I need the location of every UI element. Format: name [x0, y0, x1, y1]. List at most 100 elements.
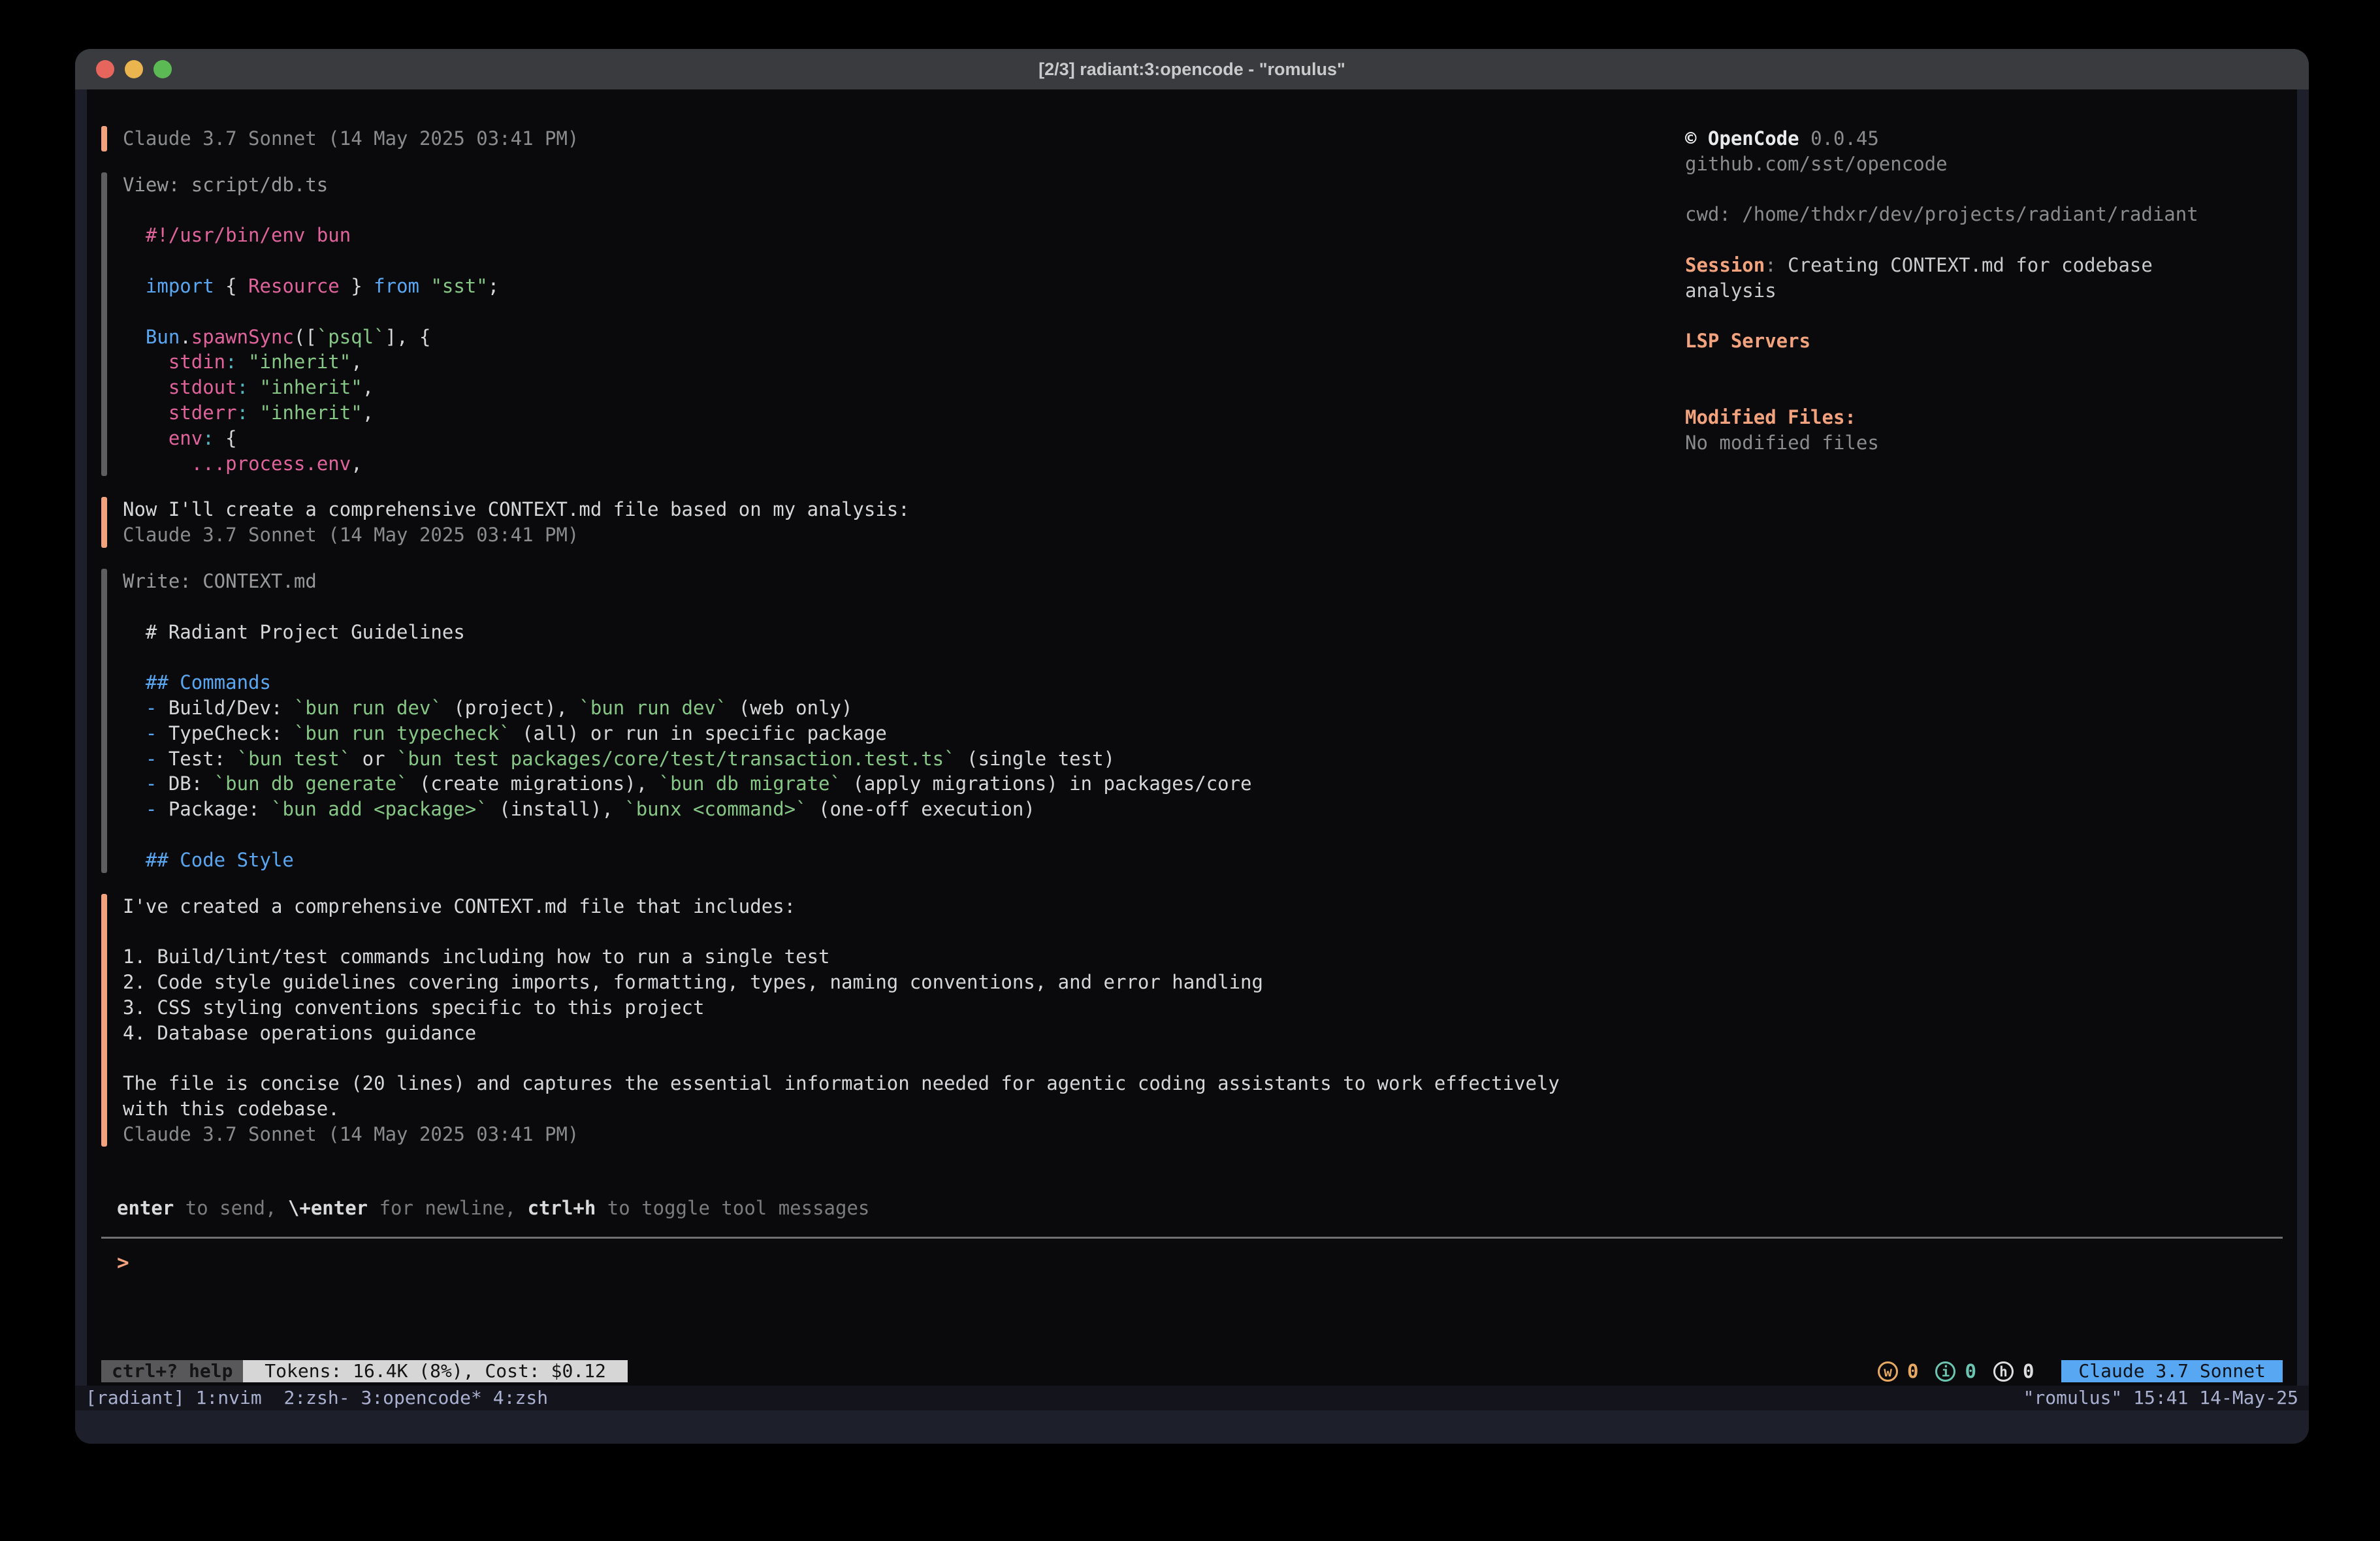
- text-line: [1685, 354, 2292, 379]
- desktop: { "window": { "title": "[2/3] radiant:3:…: [0, 0, 2380, 1541]
- model-badge[interactable]: Claude 3.7 Sonnet: [2061, 1360, 2283, 1382]
- window-title: [2/3] radiant:3:opencode - "romulus": [75, 49, 2309, 89]
- w-diagnostic-icon: w: [1878, 1361, 1898, 1382]
- text-line: [1685, 177, 2292, 202]
- text-line: ## Commands: [123, 670, 1252, 695]
- text-line: © OpenCode 0.0.45: [1685, 126, 2292, 151]
- text-line: Now I'll create a comprehensive CONTEXT.…: [123, 497, 910, 522]
- block-lines: View: script/db.ts #!/usr/bin/env bun im…: [107, 172, 499, 477]
- gray-accent-bar: [101, 569, 107, 873]
- text-line: [123, 299, 499, 325]
- message-header-block: Claude 3.7 Sonnet (14 May 2025 03:41 PM): [101, 126, 1656, 151]
- tmux-window-list: [radiant] 1:nvim 2:zsh- 3:opencode* 4:zs…: [86, 1386, 548, 1410]
- text-line: [123, 198, 499, 223]
- text-line: - Build/Dev: `bun run dev` (project), `b…: [123, 695, 1252, 721]
- tmux-window-tab[interactable]: 3:opencode*: [350, 1387, 482, 1408]
- h-diagnostic-icon: h: [1993, 1361, 2014, 1382]
- text-line: I've created a comprehensive CONTEXT.md …: [123, 894, 1560, 919]
- text-line: Claude 3.7 Sonnet (14 May 2025 03:41 PM): [123, 522, 910, 548]
- text-line: [123, 644, 1252, 670]
- chat-transcript: Claude 3.7 Sonnet (14 May 2025 03:41 PM)…: [101, 126, 1656, 1168]
- text-line: No modified files: [1685, 430, 2292, 456]
- text-line: Write: CONTEXT.md: [123, 569, 1252, 594]
- text-line: [1685, 227, 2292, 253]
- text-line: cwd: /home/thdxr/dev/projects/radiant/ra…: [1685, 202, 2292, 227]
- tool-view-block: View: script/db.ts #!/usr/bin/env bun im…: [101, 172, 1656, 477]
- text-line: with this codebase.: [123, 1096, 1560, 1122]
- i-diagnostic-icon: i: [1935, 1361, 1955, 1382]
- text-line: Modified Files:: [1685, 405, 2292, 430]
- minimize-button[interactable]: [125, 60, 143, 78]
- text-line: [123, 594, 1252, 620]
- keybind-hint-line: enter to send, \+enter for newline, ctrl…: [117, 1196, 869, 1221]
- text-line: 3. CSS styling conventions specific to t…: [123, 995, 1560, 1021]
- tool-write-block: Write: CONTEXT.md # Radiant Project Guid…: [101, 569, 1656, 873]
- text-line: [1685, 379, 2292, 405]
- text-line: import { Resource } from "sst";: [123, 274, 499, 299]
- tmux-window-tab[interactable]: 1:nvim: [196, 1387, 273, 1408]
- w-diagnostic-count: 0: [1907, 1360, 1918, 1382]
- text-line: analysis: [1685, 278, 2292, 304]
- text-line: ## Code Style: [123, 848, 1252, 873]
- text-line: - Package: `bun add <package>` (install)…: [123, 797, 1252, 822]
- text-line: ...process.env,: [123, 451, 499, 477]
- text-line: [123, 919, 1560, 944]
- terminal-window: [2/3] radiant:3:opencode - "romulus" Cla…: [75, 49, 2309, 1444]
- tmux-window-tab[interactable]: 4:zsh: [482, 1387, 548, 1408]
- text-line: [1685, 304, 2292, 329]
- prompt-input[interactable]: >: [117, 1250, 129, 1276]
- block-lines: Claude 3.7 Sonnet (14 May 2025 03:41 PM): [107, 126, 579, 151]
- diagnostics-counters: w0i0h0: [1878, 1360, 2042, 1382]
- text-line: [123, 1045, 1560, 1071]
- text-line: 2. Code style guidelines covering import…: [123, 970, 1560, 995]
- text-line: View: script/db.ts: [123, 172, 499, 198]
- block-lines: I've created a comprehensive CONTEXT.md …: [107, 894, 1560, 1147]
- text-line: - Test: `bun test` or `bun test packages…: [123, 746, 1252, 772]
- gray-accent-bar: [101, 172, 107, 477]
- text-line: The file is concise (20 lines) and captu…: [123, 1071, 1560, 1096]
- text-line: stdin: "inherit",: [123, 349, 499, 375]
- zoom-button[interactable]: [153, 60, 172, 78]
- text-line: [123, 822, 1252, 848]
- tokens-cost-badge: Tokens: 16.4K (8%), Cost: $0.12: [243, 1360, 627, 1382]
- terminal-content: Claude 3.7 Sonnet (14 May 2025 03:41 PM)…: [87, 89, 2297, 1386]
- input-divider: [101, 1237, 2283, 1239]
- prompt-caret: >: [117, 1250, 129, 1276]
- message-block: I've created a comprehensive CONTEXT.md …: [101, 894, 1656, 1147]
- tmux-window-tab[interactable]: 2:zsh-: [273, 1387, 350, 1408]
- orange-accent-bar: [101, 894, 107, 1147]
- text-line: Session: Creating CONTEXT.md for codebas…: [1685, 253, 2292, 278]
- text-line: LSP Servers: [1685, 328, 2292, 354]
- text-line: 1. Build/lint/test commands including ho…: [123, 944, 1560, 970]
- block-lines: Now I'll create a comprehensive CONTEXT.…: [107, 497, 910, 548]
- session-sidebar: © OpenCode 0.0.45github.com/sst/opencode…: [1685, 126, 2292, 455]
- i-diagnostic-count: 0: [1965, 1360, 1976, 1382]
- text-line: env: {: [123, 426, 499, 451]
- tmux-session-clock: "romulus" 15:41 14-May-25: [2023, 1386, 2298, 1410]
- orange-accent-bar: [101, 126, 107, 151]
- close-button[interactable]: [96, 60, 114, 78]
- text-line: github.com/sst/opencode: [1685, 151, 2292, 177]
- keybind-hint: enter to send, \+enter for newline, ctrl…: [117, 1196, 869, 1221]
- text-line: # Radiant Project Guidelines: [123, 620, 1252, 645]
- tmux-status-bar: [radiant] 1:nvim 2:zsh- 3:opencode* 4:zs…: [75, 1386, 2309, 1410]
- text-line: - TypeCheck: `bun run typecheck` (all) o…: [123, 721, 1252, 746]
- text-line: stderr: "inherit",: [123, 400, 499, 426]
- text-line: [123, 248, 499, 274]
- text-line: - DB: `bun db generate` (create migratio…: [123, 771, 1252, 797]
- statusbar-spacer: [628, 1360, 1878, 1382]
- status-bar: ctrl+? help Tokens: 16.4K (8%), Cost: $0…: [101, 1360, 2283, 1382]
- block-lines: Write: CONTEXT.md # Radiant Project Guid…: [107, 569, 1252, 873]
- h-diagnostic-count: 0: [2023, 1360, 2034, 1382]
- text-line: Bun.spawnSync([`psql`], {: [123, 325, 499, 350]
- text-line: stdout: "inherit",: [123, 375, 499, 400]
- window-titlebar: [2/3] radiant:3:opencode - "romulus": [75, 49, 2309, 89]
- text-line: 4. Database operations guidance: [123, 1021, 1560, 1046]
- traffic-lights: [96, 60, 172, 78]
- text-line: #!/usr/bin/env bun: [123, 223, 499, 248]
- text-line: Claude 3.7 Sonnet (14 May 2025 03:41 PM): [123, 1122, 1560, 1147]
- message-block: Now I'll create a comprehensive CONTEXT.…: [101, 497, 1656, 548]
- help-keybind-badge: ctrl+? help: [101, 1360, 243, 1382]
- text-line: Claude 3.7 Sonnet (14 May 2025 03:41 PM): [123, 126, 579, 151]
- tmux-session-name: [radiant]: [86, 1387, 196, 1408]
